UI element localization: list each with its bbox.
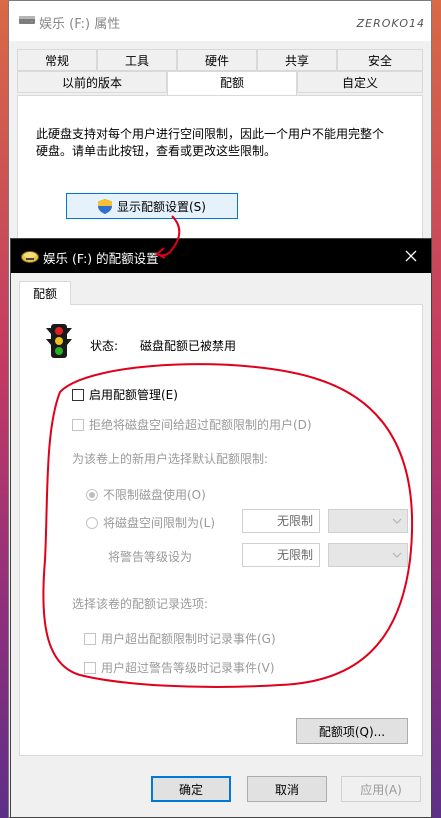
limit-unit-select[interactable]	[328, 509, 408, 533]
chevron-down-icon	[392, 518, 402, 524]
warning-value-field[interactable]: 无限制	[242, 543, 320, 567]
quota-titlebar: 娱乐 (F:) 的配额设置	[11, 239, 431, 273]
limit-label: 将磁盘空间限制为(L)	[103, 516, 216, 530]
enable-quota-box[interactable]	[72, 388, 84, 401]
limit-radio[interactable]: 将磁盘空间限制为(L)	[86, 514, 215, 531]
tab-sharing[interactable]: 共享	[257, 49, 337, 71]
warning-level-label: 将警告等级设为	[108, 550, 193, 564]
show-quota-settings-label: 显示配额设置(S)	[117, 199, 206, 214]
tab-tools[interactable]: 工具	[97, 49, 177, 71]
traffic-light-icon	[46, 324, 72, 358]
show-quota-settings-button[interactable]: 显示配额设置(S)	[66, 193, 238, 219]
tab-previous-versions[interactable]: 以前的版本	[17, 71, 167, 93]
watermark: ZEROKO14	[356, 17, 425, 30]
uac-shield-icon	[98, 198, 112, 214]
limit-value-field[interactable]: 无限制	[242, 509, 320, 533]
quota-description: 此硬盘支持对每个用户进行空间限制，因此一个用户不能用完整个硬盘。请单击此按钮，查…	[36, 127, 385, 158]
quota-settings-panel: 状态: 磁盘配额已被禁用 启用配额管理(E) 拒绝将磁盘空间给超过配额限制的用户…	[19, 304, 423, 756]
quota-window-title: 娱乐 (F:) 的配额设置	[43, 251, 159, 266]
warning-unit-select[interactable]	[328, 543, 408, 567]
properties-titlebar: 娱乐 (F:) 属性 ZEROKO14	[9, 1, 431, 41]
log-exceed-warning-label: 用户超过警告等级时记录事件(V)	[101, 661, 275, 675]
properties-title: 娱乐 (F:) 属性	[39, 17, 121, 32]
default-limit-heading: 为该卷上的新用户选择默认配额限制:	[72, 452, 269, 466]
log-exceed-limit-label: 用户超出配额限制时记录事件(G)	[101, 632, 276, 646]
log-exceed-limit-checkbox[interactable]: 用户超出配额限制时记录事件(G)	[84, 630, 276, 647]
log-exceed-warning-checkbox[interactable]: 用户超过警告等级时记录事件(V)	[84, 659, 275, 676]
enable-quota-checkbox[interactable]: 启用配额管理(E)	[72, 386, 178, 403]
quota-tab-panel: 此硬盘支持对每个用户进行空间限制，因此一个用户不能用完整个硬盘。请单击此按钮，查…	[17, 95, 423, 255]
apply-button[interactable]: 应用(A)	[341, 776, 421, 802]
quota-drive-icon	[21, 251, 39, 263]
tab-hardware[interactable]: 硬件	[177, 49, 257, 71]
no-limit-radio-button[interactable]	[86, 488, 98, 501]
cancel-button[interactable]: 取消	[247, 776, 327, 802]
tab-quota[interactable]: 配额	[167, 71, 297, 95]
limit-radio-button[interactable]	[86, 516, 98, 529]
tab-general[interactable]: 常规	[17, 49, 97, 71]
close-button[interactable]	[397, 242, 425, 270]
quota-settings-window: 娱乐 (F:) 的配额设置 配额 状态: 磁盘配额已被禁用 启用配额管理(E) …	[10, 238, 432, 818]
deny-space-checkbox[interactable]: 拒绝将磁盘空间给超过配额限制的用户(D)	[72, 416, 312, 433]
log-exceed-warning-box[interactable]	[84, 661, 96, 674]
deny-space-label: 拒绝将磁盘空间给超过配额限制的用户(D)	[89, 418, 312, 432]
tab-quota-settings[interactable]: 配额	[19, 281, 71, 305]
tab-customize[interactable]: 自定义	[297, 71, 423, 93]
deny-space-box[interactable]	[72, 418, 84, 431]
logging-heading: 选择该卷的配额记录选项:	[72, 597, 209, 611]
drive-icon	[19, 16, 35, 24]
quota-entries-button[interactable]: 配额项(Q)...	[296, 718, 408, 744]
enable-quota-label: 启用配额管理(E)	[89, 388, 178, 402]
close-icon	[405, 250, 417, 262]
status-label: 状态:	[90, 339, 119, 353]
chevron-down-icon	[392, 552, 402, 558]
ok-button[interactable]: 确定	[151, 776, 231, 802]
no-limit-label: 不限制磁盘使用(O)	[103, 488, 206, 502]
status-value: 磁盘配额已被禁用	[140, 339, 237, 353]
tab-security[interactable]: 安全	[337, 49, 423, 71]
no-limit-radio[interactable]: 不限制磁盘使用(O)	[86, 486, 206, 503]
log-exceed-limit-box[interactable]	[84, 632, 96, 645]
